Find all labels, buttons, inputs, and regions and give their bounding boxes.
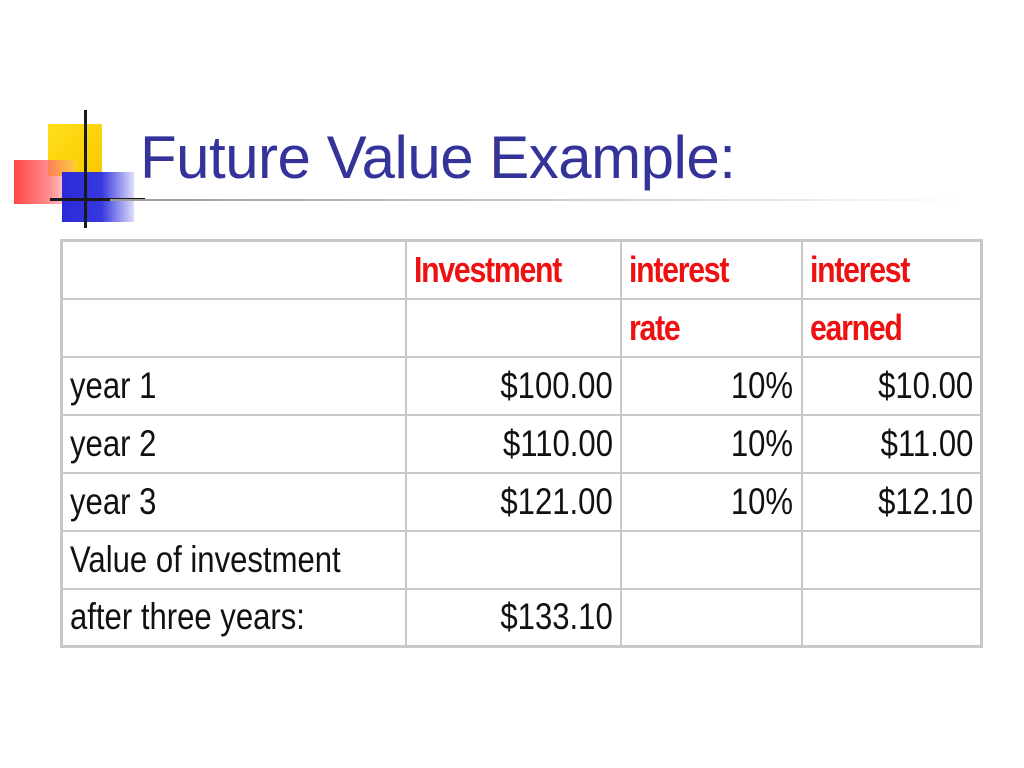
empty-cell [619, 529, 803, 590]
header-interest-earned-line1: interest [800, 239, 983, 300]
header-cell-empty [60, 297, 407, 358]
summary-value: $133.10 [404, 587, 622, 648]
empty-cell [404, 529, 622, 590]
header-row-1: Investment interest interest [60, 239, 983, 300]
row-label: year 2 [60, 413, 407, 474]
empty-cell [800, 587, 983, 648]
empty-cell [800, 529, 983, 590]
investment-cell: $100.00 [404, 355, 622, 416]
title-underline [110, 199, 970, 201]
summary-label-line1: Value of investment [60, 529, 407, 590]
header-interest-rate-line2: rate [619, 297, 803, 358]
investment-cell: $110.00 [404, 413, 622, 474]
header-cell-empty [60, 239, 407, 300]
header-cell-empty [404, 297, 622, 358]
rate-cell: 10% [619, 355, 803, 416]
logo-vertical-line [84, 110, 87, 228]
row-label: year 3 [60, 471, 407, 532]
rate-cell: 10% [619, 413, 803, 474]
empty-cell [619, 587, 803, 648]
logo-blue-bar [62, 172, 134, 222]
earned-cell: $11.00 [800, 413, 983, 474]
earned-cell: $12.10 [800, 471, 983, 532]
summary-row-2: after three years: $133.10 [60, 587, 983, 648]
table-row: year 2 $110.00 10% $11.00 [60, 413, 983, 474]
earned-cell: $10.00 [800, 355, 983, 416]
row-label: year 1 [60, 355, 407, 416]
rate-cell: 10% [619, 471, 803, 532]
future-value-table: Investment interest interest rate earned… [60, 239, 983, 648]
page-title: Future Value Example: [140, 124, 736, 191]
table-row: year 1 $100.00 10% $10.00 [60, 355, 983, 416]
header-row-2: rate earned [60, 297, 983, 358]
summary-row-1: Value of investment [60, 529, 983, 590]
header-interest-rate-line1: interest [619, 239, 803, 300]
summary-label-line2: after three years: [60, 587, 407, 648]
table-row: year 3 $121.00 10% $12.10 [60, 471, 983, 532]
header-interest-earned-line2: earned [800, 297, 983, 358]
investment-cell: $121.00 [404, 471, 622, 532]
header-investment: Investment [404, 239, 622, 300]
